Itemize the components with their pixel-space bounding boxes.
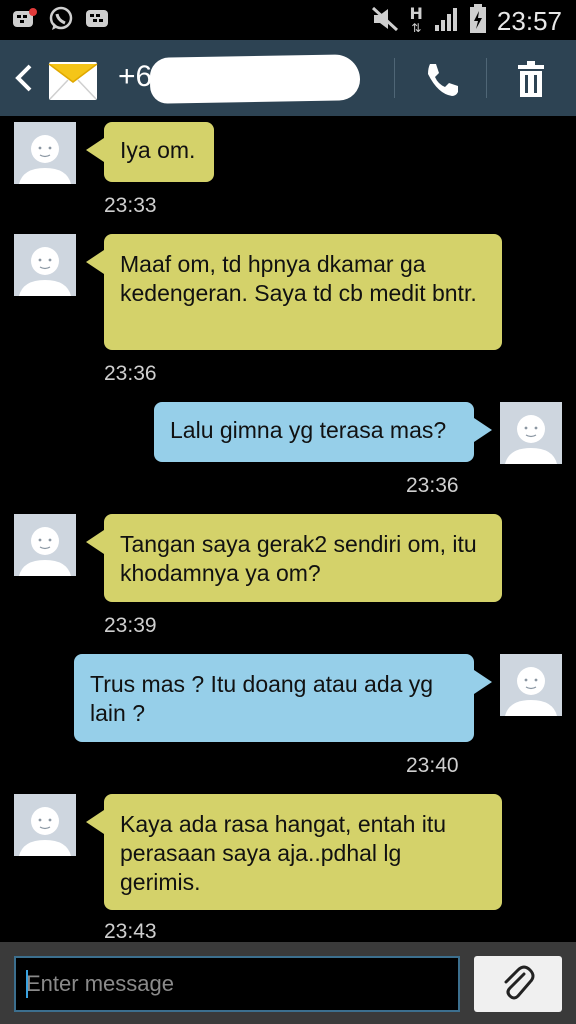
bbm-icon — [84, 6, 110, 32]
message-text: Iya om. — [120, 137, 196, 163]
bubble-tail — [474, 670, 492, 694]
message-text: Tangan saya gerak2 sendiri om, itu khoda… — [120, 531, 477, 586]
bubble-tail — [86, 530, 104, 554]
message-timestamp: 23:33 — [104, 194, 157, 217]
header-divider — [486, 58, 487, 98]
back-chevron-icon[interactable] — [10, 62, 40, 94]
message-timestamp: 23:40 — [406, 754, 459, 777]
message-list[interactable]: Iya om. 23:33 Maaf om, td hpnya dkamar g… — [0, 116, 576, 942]
message-timestamp: 23:36 — [406, 474, 459, 497]
incoming-message-bubble[interactable]: Kaya ada rasa hangat, entah itu perasaan… — [104, 794, 502, 910]
bubble-tail — [86, 250, 104, 274]
incoming-message-bubble[interactable]: Tangan saya gerak2 sendiri om, itu khoda… — [104, 514, 502, 602]
contact-avatar — [14, 122, 76, 184]
attach-button[interactable] — [474, 956, 562, 1012]
bubble-tail — [86, 138, 104, 162]
mute-icon — [370, 5, 400, 37]
bubble-tail — [86, 810, 104, 834]
message-envelope-icon — [48, 56, 98, 102]
conversation-header: +62 — [0, 40, 576, 116]
contact-avatar — [14, 514, 76, 576]
phone-icon — [428, 64, 458, 96]
outgoing-message-bubble[interactable]: Trus mas ? Itu doang atau ada yg lain ? — [74, 654, 474, 742]
message-text: Maaf om, td hpnya dkamar ga kedengeran. … — [120, 251, 477, 306]
message-text: Trus mas ? Itu doang atau ada yg lain ? — [90, 671, 434, 726]
trash-icon — [518, 61, 544, 97]
contact-avatar — [14, 794, 76, 856]
paperclip-icon — [504, 965, 535, 1000]
my-avatar — [500, 654, 562, 716]
message-input[interactable] — [14, 956, 460, 1012]
text-caret — [26, 970, 28, 998]
my-avatar — [500, 402, 562, 464]
contact-avatar — [14, 234, 76, 296]
composer-bar — [0, 942, 576, 1024]
incoming-message-bubble[interactable]: Maaf om, td hpnya dkamar ga kedengeran. … — [104, 234, 502, 350]
bubble-tail — [474, 418, 492, 442]
bbm-notification-icon — [12, 6, 38, 32]
header-divider — [394, 58, 395, 98]
outgoing-message-bubble[interactable]: Lalu gimna yg terasa mas? — [154, 402, 474, 462]
incoming-message-bubble[interactable]: Iya om. — [104, 122, 214, 182]
battery-charging-icon — [469, 4, 487, 38]
status-time: 23:57 — [496, 5, 562, 36]
message-text: Kaya ada rasa hangat, entah itu perasaan… — [120, 811, 447, 895]
message-timestamp: 23:43 — [104, 920, 157, 942]
message-timestamp: 23:36 — [104, 362, 157, 385]
call-button[interactable] — [420, 60, 460, 100]
delete-button[interactable] — [514, 60, 548, 98]
message-text: Lalu gimna yg terasa mas? — [170, 417, 447, 443]
status-bar: H ⇅ 23:57 — [0, 0, 576, 40]
whatsapp-icon — [48, 6, 74, 32]
network-h-icon: H ⇅ — [409, 4, 423, 36]
redaction-mark — [149, 54, 361, 104]
message-timestamp: 23:39 — [104, 614, 157, 637]
signal-icon — [433, 5, 459, 37]
